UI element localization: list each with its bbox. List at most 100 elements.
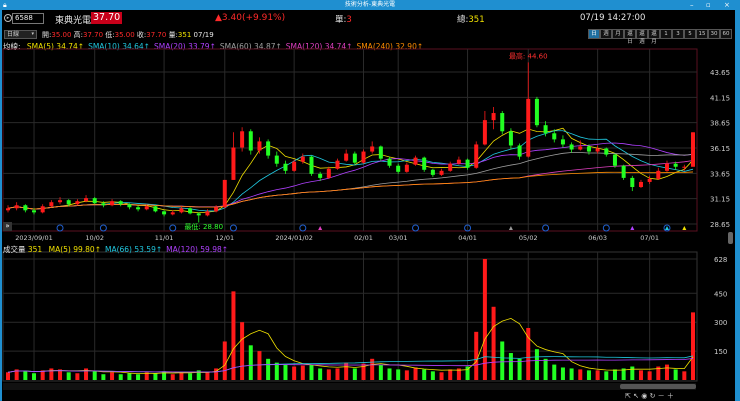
volume-bar — [231, 291, 236, 380]
period-7-button[interactable]: 3 — [672, 29, 684, 39]
period-11-button[interactable]: 60 — [720, 29, 732, 39]
volume-bar — [118, 374, 123, 380]
candle-body — [465, 159, 470, 168]
candle-body — [352, 153, 357, 163]
event-r-icon — [602, 224, 610, 232]
price-tick-label: 41.15 — [710, 94, 730, 102]
candle-body — [664, 163, 669, 171]
event-triangle-icon — [682, 226, 687, 230]
candle-body — [248, 131, 253, 151]
volume-panel-frame — [2, 251, 698, 382]
candle-body — [517, 145, 522, 157]
chart-canvas[interactable]: 43.65 41.15 38.65 36.15 33.65 31.15 28.65 628 45… — [0, 0, 740, 401]
reset-icon[interactable]: ↻ — [650, 392, 656, 400]
event-r-icon — [169, 224, 177, 232]
volume-bar — [222, 341, 227, 380]
volume-tick-label: 450 — [714, 290, 727, 298]
volume-bar — [205, 372, 210, 380]
candle-body — [179, 208, 184, 213]
candle-body — [439, 170, 444, 175]
volume-bar — [482, 259, 487, 380]
volume-legend-value: 351 — [27, 245, 43, 254]
volume-bar — [274, 362, 279, 380]
period-10-button[interactable]: 30 — [708, 29, 720, 39]
date-tick-label: 12/01 — [215, 234, 234, 242]
draw-tool-icon[interactable]: ↖ — [633, 392, 639, 400]
horizontal-scrollbar-track[interactable] — [3, 383, 696, 390]
volume-legend-item: MA(5) 99.80↑ — [48, 245, 101, 254]
period-0-button[interactable]: 日 — [588, 29, 600, 39]
sma-line — [7, 152, 694, 210]
candle-body — [569, 144, 574, 150]
candle-body — [682, 166, 687, 168]
candle-body — [214, 207, 219, 212]
volume-tick-label: 628 — [714, 256, 727, 264]
candle-body — [66, 200, 71, 205]
period-2-button[interactable]: 月 — [612, 29, 624, 39]
cursor-tool-icon[interactable]: ⇱ — [625, 392, 631, 400]
candle-body — [110, 201, 115, 206]
volume-bar — [647, 371, 652, 380]
date-tick-label: 05/02 — [519, 234, 538, 242]
volume-bar — [66, 372, 71, 380]
period-1-button[interactable]: 週 — [600, 29, 612, 39]
volume-bar — [23, 371, 28, 380]
candle-body — [387, 158, 392, 166]
volume-bar — [552, 364, 557, 380]
zoom-in-icon[interactable]: ＋ — [667, 392, 674, 400]
candle-body — [127, 204, 132, 208]
candle-body — [413, 157, 418, 165]
period-5-button[interactable]: 還月 — [648, 29, 660, 45]
period-3-button[interactable]: 還日 — [624, 29, 636, 45]
zoom-out-icon[interactable]: － — [658, 392, 665, 400]
event-r-icon — [229, 224, 237, 232]
volume-bar — [352, 368, 357, 380]
event-triangle-icon — [664, 226, 669, 230]
volume-bar — [309, 364, 314, 380]
candle-body — [344, 153, 349, 161]
candle-body — [101, 203, 106, 206]
volume-bar — [292, 366, 297, 380]
max-price-label: 最高: 44.60 — [509, 51, 548, 60]
price-tick-label: 38.65 — [710, 120, 730, 128]
period-6-button[interactable]: 1 — [660, 29, 672, 39]
volume-ma-line — [7, 355, 694, 373]
volume-bar — [335, 368, 340, 380]
period-8-button[interactable]: 5 — [684, 29, 696, 39]
candle-body — [552, 133, 557, 140]
candle-body — [638, 181, 643, 188]
date-tick-label: 02/01 — [354, 234, 373, 242]
price-tick-label: 33.65 — [710, 170, 730, 178]
eye-icon[interactable]: ◉ — [641, 392, 647, 400]
candle-body — [6, 208, 10, 211]
volume-bar — [491, 306, 496, 380]
date-tick-label: 07/01 — [640, 234, 659, 242]
volume-ma-line — [7, 358, 694, 373]
volume-bar — [586, 370, 591, 380]
scrollbar-thumb[interactable] — [620, 384, 696, 389]
date-tick-label: 06/03 — [588, 234, 607, 242]
expand-icon[interactable]: » — [3, 222, 12, 231]
event-r-icon — [56, 224, 64, 232]
volume-bar — [404, 370, 409, 380]
candle-body — [196, 213, 201, 216]
candle-body — [500, 113, 505, 132]
candle-body — [396, 165, 401, 172]
period-9-button[interactable]: 15 — [696, 29, 708, 39]
volume-bar — [153, 373, 158, 380]
volume-bar — [578, 369, 583, 380]
volume-bar — [248, 345, 253, 380]
period-4-button[interactable]: 還週 — [636, 29, 648, 45]
candle-body — [162, 211, 167, 215]
volume-bar — [500, 341, 505, 380]
volume-bar — [266, 358, 271, 380]
candle-body — [595, 148, 600, 152]
volume-bar — [569, 368, 574, 380]
price-tick-label: 31.15 — [710, 196, 730, 204]
volume-bar — [136, 374, 141, 380]
volume-bar — [179, 372, 184, 380]
volume-bar — [448, 369, 453, 380]
panel-resize-handle[interactable] — [728, 232, 733, 244]
candle-body — [136, 207, 141, 210]
candle-body — [335, 160, 340, 169]
